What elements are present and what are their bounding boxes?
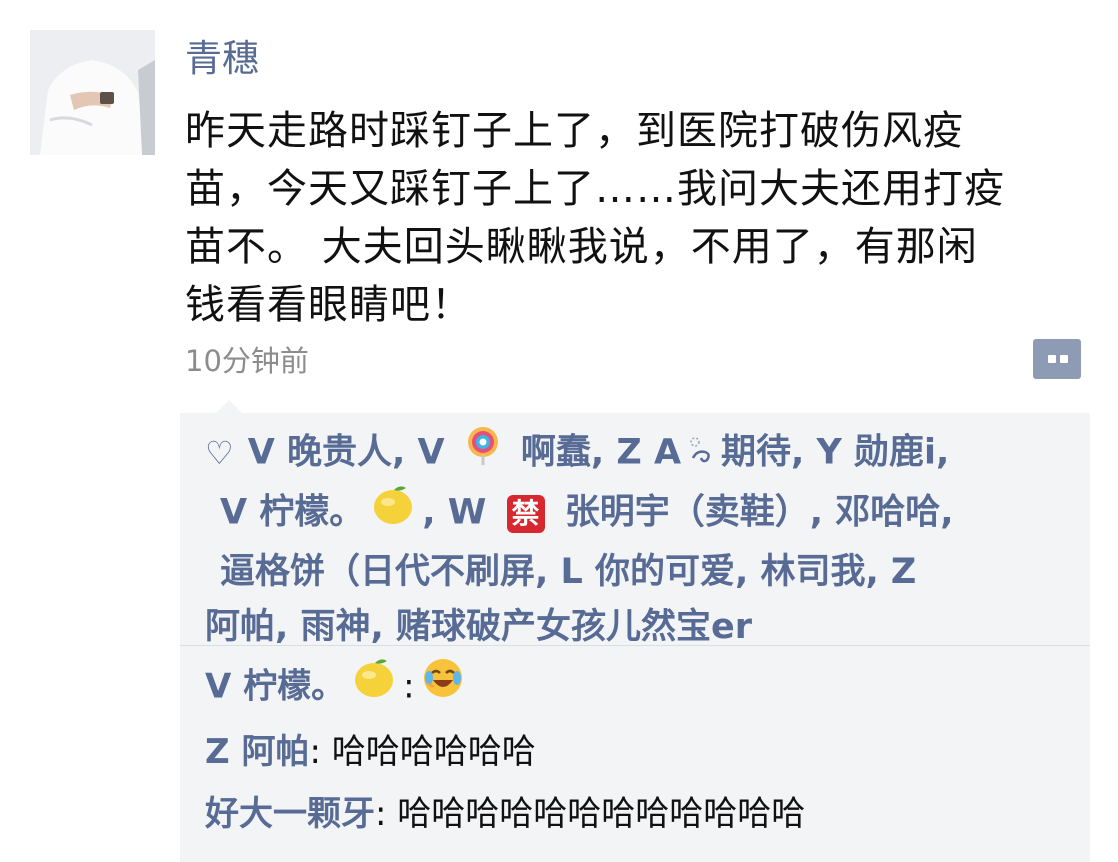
likes-line: V 柠檬。 , W 禁 张明宇（卖鞋）, 邓哈哈,	[220, 482, 1090, 545]
liker-names[interactable]: 啊蠢, Z A	[509, 433, 681, 473]
likes-list: ♡ V 晚贵人, V 啊蠢, Z A 期待, Y 勋鹿i, V 柠檬。 , W 禁 张…	[205, 425, 1090, 655]
post-text-line: 苗不。 大夫回头瞅瞅我说，不用了，有那闲	[185, 224, 978, 270]
liker-names[interactable]: , W	[422, 493, 498, 533]
likes-line: 逼格饼（日代不刷屏, L 你的可爱, 林司我, Z	[220, 545, 1090, 600]
lemon-icon	[370, 482, 416, 545]
post-text-line: 昨天走路时踩钉子上了，到医院打破伤风疫	[185, 108, 964, 154]
post-text-line: 钱看看眼睛吧！	[185, 282, 472, 328]
panel-pointer	[215, 400, 243, 414]
heart-outline-icon: ♡	[205, 433, 234, 472]
lemon-icon	[351, 655, 397, 721]
more-actions-button[interactable]	[1033, 339, 1081, 379]
comment-text: 哈哈哈哈哈哈哈哈哈哈哈哈	[386, 794, 806, 834]
liker-names[interactable]: V 晚贵人, V	[248, 433, 457, 473]
laughing-crying-icon	[421, 656, 465, 720]
more-dots-icon	[1048, 355, 1056, 363]
comment-author[interactable]: V 柠檬。	[205, 667, 345, 707]
liker-names[interactable]: 阿帕, 雨神, 赌球破产女孩儿然宝er	[205, 607, 752, 647]
comment-author[interactable]: 好大一颗牙	[205, 794, 375, 834]
comment-separator: :	[309, 732, 321, 772]
liker-names[interactable]: 张明宇（卖鞋）, 邓哈哈,	[553, 493, 954, 533]
likes-line: 阿帕, 雨神, 赌球破产女孩儿然宝er	[205, 600, 1090, 655]
forbidden-badge-icon: 禁	[506, 494, 545, 533]
liker-names[interactable]: 逼格饼（日代不刷屏, L 你的可爱, 林司我, Z	[220, 552, 916, 592]
liker-names[interactable]: V 柠檬。	[220, 493, 364, 533]
post-timestamp: 10分钟前	[185, 344, 309, 378]
moments-post: 青穗 昨天走路时踩钉子上了，到医院打破伤风疫 苗，今天又踩钉子上了……我问大夫还…	[0, 0, 1118, 862]
comment-author[interactable]: Z 阿帕	[205, 732, 310, 772]
comment-item[interactable]: Z 阿帕: 哈哈哈哈哈哈	[205, 721, 1075, 783]
swirl-icon	[687, 426, 715, 481]
likes-line: ♡ V 晚贵人, V 啊蠢, Z A 期待, Y 勋鹿i,	[205, 425, 1090, 482]
liker-names[interactable]: 期待, Y 勋鹿i,	[721, 433, 949, 473]
avatar-photo	[30, 30, 155, 155]
post-text-line: 苗，今天又踩钉子上了……我问大夫还用打疫	[185, 166, 1005, 212]
avatar[interactable]	[30, 30, 155, 155]
comment-separator: :	[403, 666, 415, 707]
comment-item[interactable]: V 柠檬。:	[205, 655, 1075, 721]
comment-item[interactable]: 好大一颗牙: 哈哈哈哈哈哈哈哈哈哈哈哈	[205, 783, 1075, 845]
comment-text: 哈哈哈哈哈哈	[320, 732, 536, 772]
lollipop-icon	[463, 425, 503, 482]
post-text: 昨天走路时踩钉子上了，到医院打破伤风疫 苗，今天又踩钉子上了……我问大夫还用打疫…	[185, 102, 1090, 334]
more-dots-icon	[1060, 355, 1068, 363]
username[interactable]: 青穗	[185, 34, 259, 84]
comments-list: V 柠檬。: Z 阿帕: 哈哈哈哈哈哈 好大一颗牙: 哈哈哈哈哈哈哈哈哈哈哈哈	[205, 655, 1075, 845]
divider	[180, 645, 1090, 646]
likes-comments-panel: ♡ V 晚贵人, V 啊蠢, Z A 期待, Y 勋鹿i, V 柠檬。 , W 禁 张…	[180, 413, 1090, 862]
comment-separator: :	[375, 794, 387, 834]
